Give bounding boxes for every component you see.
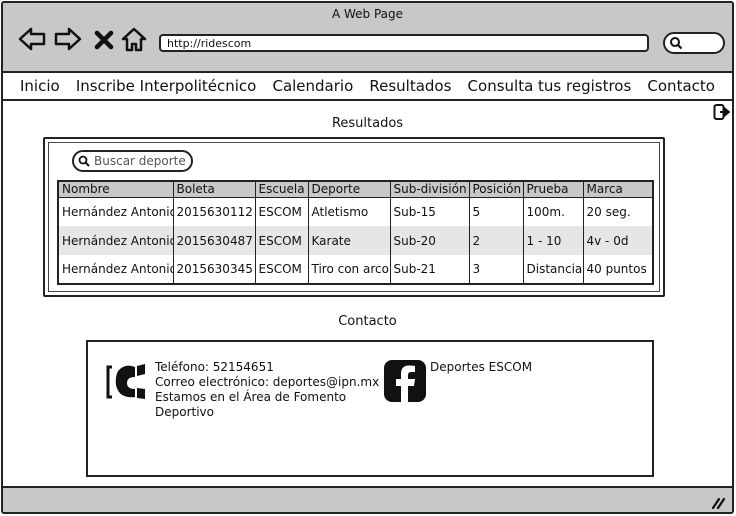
contact-details: Teléfono: 52154651 Correo electrónico: d… bbox=[155, 360, 379, 420]
table-cell: Tiro con arco bbox=[308, 255, 391, 284]
browser-search-field[interactable] bbox=[663, 32, 725, 54]
table-cell: Atletismo bbox=[308, 197, 391, 226]
column-header[interactable]: Prueba bbox=[523, 181, 584, 198]
table-cell: Hernández Antonio bbox=[58, 255, 174, 284]
column-header[interactable]: Marca bbox=[583, 181, 653, 198]
menu-item-contacto[interactable]: Contacto bbox=[647, 77, 715, 95]
results-table: Nombre Boleta Escuela Deporte Sub-divisi… bbox=[57, 180, 654, 285]
contact-phone: Teléfono: 52154651 bbox=[155, 360, 274, 374]
table-cell: 100m. bbox=[523, 197, 584, 226]
arrow-right-icon[interactable] bbox=[53, 25, 83, 53]
contact-heading: Contacto bbox=[338, 314, 397, 329]
contact-location-line-1: Estamos en el Área de Fomento bbox=[155, 390, 347, 404]
menu-item-calendario[interactable]: Calendario bbox=[272, 77, 353, 95]
table-cell: 2015630487 bbox=[173, 226, 256, 255]
table-cell: Karate bbox=[308, 226, 391, 255]
column-header[interactable]: Escuela bbox=[255, 181, 309, 198]
column-header[interactable]: Sub-división bbox=[390, 181, 470, 198]
table-cell: ESCOM bbox=[255, 197, 309, 226]
table-cell: 2015630112 bbox=[173, 197, 256, 226]
menu-item-resultados[interactable]: Resultados bbox=[369, 77, 451, 95]
facebook-label[interactable]: Deportes ESCOM bbox=[430, 360, 532, 375]
table-cell: ESCOM bbox=[255, 226, 309, 255]
table-cell: 2015630345 bbox=[173, 255, 256, 284]
search-placeholder: Buscar deporte bbox=[94, 154, 186, 168]
facebook-icon[interactable] bbox=[384, 360, 426, 402]
home-icon[interactable] bbox=[119, 25, 149, 53]
contact-panel: Teléfono: 52154651 Correo electrónico: d… bbox=[86, 340, 654, 477]
table-cell: 40 puntos bbox=[586, 262, 647, 276]
main-menu: Inicio Inscribe Interpolitécnico Calenda… bbox=[3, 73, 732, 101]
table-row[interactable]: Hernández Antonio 2015630345 ESCOM Tiro … bbox=[58, 255, 653, 284]
phone-icon bbox=[105, 361, 153, 401]
address-bar[interactable]: http://ridescom bbox=[159, 34, 649, 52]
table-cell: 4v - 0d bbox=[583, 226, 653, 255]
table-cell: 3 bbox=[469, 255, 524, 284]
table-cell: Sub-20 bbox=[390, 226, 470, 255]
table-row[interactable]: Hernández Antonio 2015630112 ESCOM Atlet… bbox=[58, 197, 653, 226]
browser-window: A Web Page http://ridescom Inicio Inscri… bbox=[1, 1, 734, 514]
table-header-row: Nombre Boleta Escuela Deporte Sub-divisi… bbox=[58, 181, 653, 198]
column-header[interactable]: Deporte bbox=[308, 181, 391, 198]
menu-item-inscribe[interactable]: Inscribe Interpolitécnico bbox=[76, 77, 257, 95]
sport-search-input[interactable]: Buscar deporte bbox=[72, 150, 193, 172]
table-cell: Hernández Antonio bbox=[58, 197, 174, 226]
table-cell: 2 bbox=[469, 226, 524, 255]
table-cell: Sub-21 bbox=[390, 255, 470, 284]
column-header[interactable]: Boleta bbox=[173, 181, 256, 198]
contact-email: Correo electrónico: deportes@ipn.mx bbox=[155, 375, 380, 389]
contact-location-line-2: Deportivo bbox=[155, 405, 214, 419]
arrow-left-icon[interactable] bbox=[17, 25, 47, 53]
column-header[interactable]: Nombre bbox=[58, 181, 174, 198]
resize-grip-icon[interactable] bbox=[710, 494, 726, 510]
browser-chrome: A Web Page http://ridescom bbox=[3, 3, 732, 73]
window-title: A Web Page bbox=[331, 7, 404, 21]
table-cell: 20 seg. bbox=[586, 204, 631, 219]
table-cell: Sub-15 bbox=[390, 197, 470, 226]
table-row[interactable]: Hernández Antonio 2015630487 ESCOM Karat… bbox=[58, 226, 653, 255]
column-header[interactable]: Posición bbox=[469, 181, 524, 198]
menu-item-consulta[interactable]: Consulta tus registros bbox=[468, 77, 632, 95]
table-cell: Distancia bbox=[523, 255, 584, 284]
status-bar bbox=[3, 486, 732, 512]
results-heading: Resultados bbox=[331, 116, 404, 131]
table-cell: ESCOM bbox=[255, 255, 309, 284]
table-cell: Hernández Antonio bbox=[58, 226, 174, 255]
close-icon[interactable] bbox=[91, 25, 117, 53]
menu-item-inicio[interactable]: Inicio bbox=[20, 77, 60, 95]
table-cell: 5 bbox=[469, 197, 524, 226]
search-icon bbox=[670, 37, 683, 50]
results-panel: Buscar deporte Nombre Boleta Escuela Dep… bbox=[43, 137, 665, 297]
table-cell: 1 - 10 bbox=[523, 226, 584, 255]
search-icon bbox=[78, 155, 90, 167]
